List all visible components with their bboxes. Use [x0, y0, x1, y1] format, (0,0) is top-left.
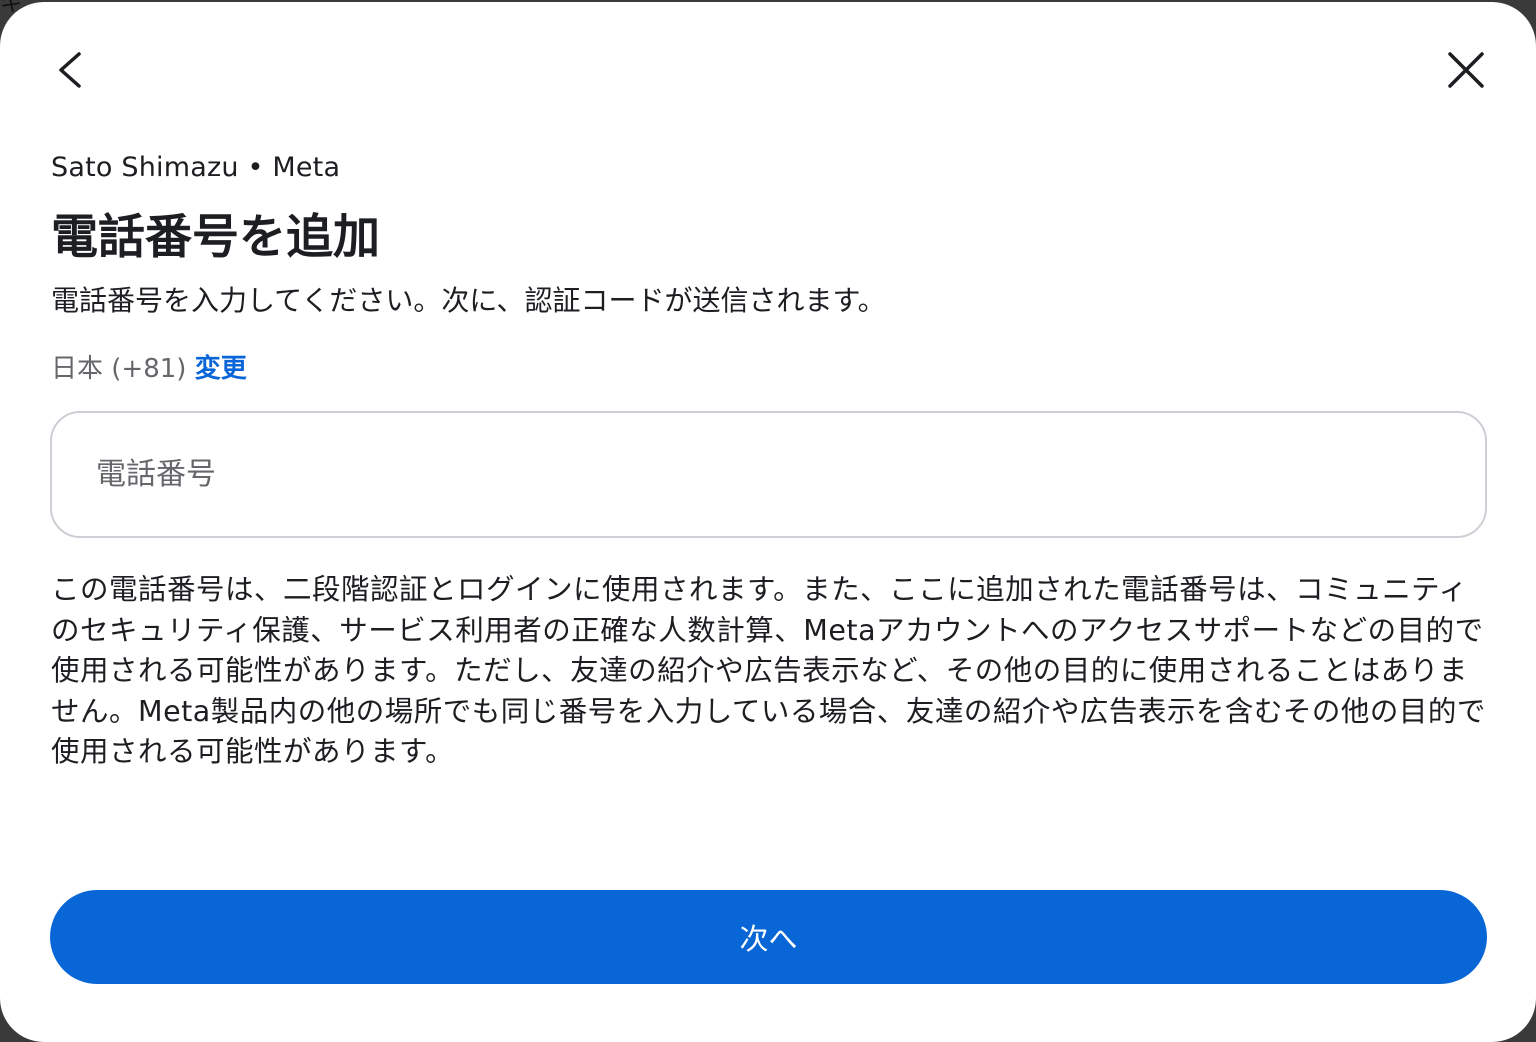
disclaimer-text: この電話番号は、二段階認証とログインに使用されます。また、ここに追加された電話番…: [51, 573, 1486, 768]
page-title: 電話番号を追加: [51, 210, 380, 265]
add-phone-dialog: Sato Shimazu • Meta 電話番号を追加 電話番号を入力してくださ…: [0, 2, 1536, 1042]
back-button[interactable]: [42, 42, 98, 98]
country-row: 日本 (+81) 変更: [51, 348, 247, 385]
subtitle: 電話番号を入力してください。次に、認証コードが送信されます。: [51, 284, 886, 317]
next-button[interactable]: 次へ: [50, 890, 1487, 984]
country-code-label: 日本 (+81): [51, 354, 187, 384]
account-line: Sato Shimazu • Meta: [51, 152, 341, 183]
close-icon: [1448, 52, 1484, 88]
chevron-left-icon: [59, 52, 81, 88]
close-button[interactable]: [1438, 42, 1494, 98]
change-country-link[interactable]: 変更: [195, 354, 247, 384]
phone-number-input[interactable]: [52, 413, 1485, 536]
phone-number-field: [50, 411, 1487, 538]
